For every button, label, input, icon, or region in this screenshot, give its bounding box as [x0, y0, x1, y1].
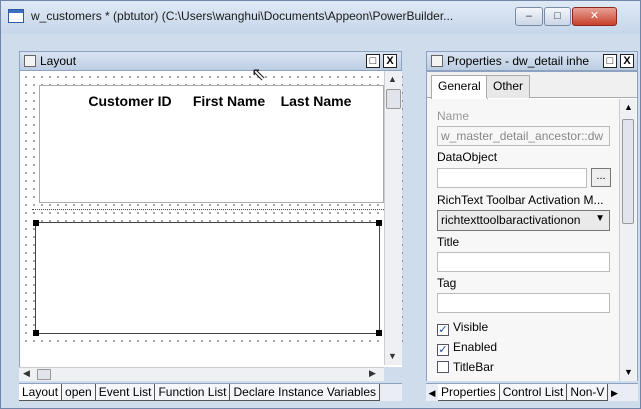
band-separator [32, 209, 392, 211]
resize-handle[interactable] [33, 220, 39, 226]
scroll-thumb[interactable] [37, 369, 51, 380]
title-field[interactable] [437, 252, 610, 272]
title-bar: w_customers * (pbtutor) (C:\Users\wanghu… [1, 1, 640, 34]
window-icon [8, 9, 24, 23]
maximize-button[interactable]: □ [544, 7, 571, 26]
resize-handle[interactable] [33, 330, 39, 336]
checkbox-check-icon: ✓ [437, 344, 449, 356]
checkbox-check-icon: ✓ [437, 324, 449, 336]
properties-restore-button[interactable]: □ [603, 54, 617, 68]
name-field: w_master_detail_ancestor::dw [437, 126, 610, 146]
tab-other[interactable]: Other [486, 75, 531, 98]
tab-declare-instance-variables[interactable]: Declare Instance Variables [230, 384, 381, 401]
properties-pane-header: Properties - dw_detail inhe □ X [426, 51, 638, 71]
layout-pane-header: Layout □ X [19, 51, 402, 71]
dataobject-label: DataObject [437, 150, 498, 164]
properties-content: Name w_master_detail_ancestor::dw DataOb… [427, 99, 637, 381]
title-label: Title [437, 235, 460, 249]
scroll-up-icon[interactable]: ▲ [388, 74, 397, 84]
layout-pane-icon [24, 55, 36, 67]
tab-non-visual[interactable]: Non-V [567, 384, 609, 401]
properties-tabs: General Other [427, 72, 637, 99]
layout-vertical-scrollbar[interactable]: ▲ ▼ [384, 71, 402, 365]
scroll-thumb[interactable] [386, 89, 401, 109]
tab-scroll-left-icon[interactable]: ◀ [426, 388, 438, 399]
visible-label: Visible [453, 320, 489, 334]
close-button[interactable]: ✕ [572, 7, 617, 26]
column-header-last-name[interactable]: Last Name [276, 94, 356, 109]
checkbox-empty-icon [437, 361, 449, 373]
properties-close-button[interactable]: X [620, 54, 634, 68]
layout-horizontal-scrollbar[interactable]: ◀ ▶ [19, 367, 384, 381]
column-header-first-name[interactable]: First Name [188, 94, 270, 109]
tab-scroll-right-icon[interactable]: ▶ [608, 388, 620, 399]
scroll-thumb[interactable] [622, 119, 634, 224]
layout-pane-title: Layout [40, 54, 77, 68]
tab-function-list[interactable]: Function List [155, 384, 231, 401]
tab-open[interactable]: open [62, 384, 96, 401]
detail-band[interactable] [33, 220, 382, 336]
layout-bottom-tabs: Layout open Event List Function List Declare… [19, 383, 402, 401]
dataobject-field[interactable] [437, 168, 587, 188]
tab-properties[interactable]: Properties [438, 384, 500, 401]
tab-layout[interactable]: Layout [19, 384, 63, 401]
visible-checkbox[interactable]: ✓ Visible [437, 320, 488, 336]
properties-bottom-tabs: ◀ Properties Control List Non-V ▶ [426, 383, 638, 401]
name-label: Name [437, 109, 470, 123]
tab-general[interactable]: General [431, 75, 488, 99]
properties-vertical-scrollbar[interactable]: ▲ ▼ [619, 99, 636, 381]
richtext-toolbar-select[interactable]: richtexttoolbaractivationon ▼ [437, 210, 610, 231]
titlebar-label: TitleBar [453, 360, 494, 374]
minimize-button[interactable]: – [515, 7, 543, 26]
tag-field[interactable] [437, 293, 610, 313]
layout-close-button[interactable]: X [383, 54, 397, 68]
properties-panel: General Other Name w_master_detail_ances… [426, 71, 638, 381]
scroll-up-icon[interactable]: ▲ [624, 102, 633, 112]
layout-restore-button[interactable]: □ [366, 54, 380, 68]
tab-control-list[interactable]: Control List [499, 384, 568, 401]
header-band[interactable]: Customer ID First Name Last Name [39, 85, 384, 203]
scroll-down-icon[interactable]: ▼ [388, 351, 397, 361]
properties-pane-icon [431, 55, 443, 67]
window-title: w_customers * (pbtutor) (C:\Users\wanghu… [31, 9, 454, 23]
resize-handle[interactable] [376, 220, 382, 226]
scroll-right-icon[interactable]: ▶ [369, 368, 376, 379]
dataobject-browse-button[interactable]: ... [591, 168, 611, 187]
properties-pane-title: Properties - dw_detail inhe [447, 54, 590, 68]
scroll-left-icon[interactable]: ◀ [23, 368, 30, 379]
tab-event-list[interactable]: Event List [95, 384, 156, 401]
richtext-toolbar-value: richtexttoolbaractivationon [441, 213, 581, 227]
scroll-down-icon[interactable]: ▼ [624, 367, 633, 377]
titlebar-checkbox[interactable]: TitleBar [437, 360, 494, 374]
chevron-down-icon: ▼ [595, 213, 605, 224]
resize-handle[interactable] [376, 330, 382, 336]
enabled-checkbox[interactable]: ✓ Enabled [437, 340, 497, 356]
layout-canvas[interactable]: Customer ID First Name Last Name [19, 71, 403, 367]
enabled-label: Enabled [453, 340, 498, 354]
column-header-customer-id[interactable]: Customer ID [85, 94, 175, 109]
richtext-toolbar-label: RichText Toolbar Activation M... [437, 193, 604, 207]
mouse-cursor-icon: ⇖ [251, 64, 267, 84]
tag-label: Tag [437, 276, 457, 290]
